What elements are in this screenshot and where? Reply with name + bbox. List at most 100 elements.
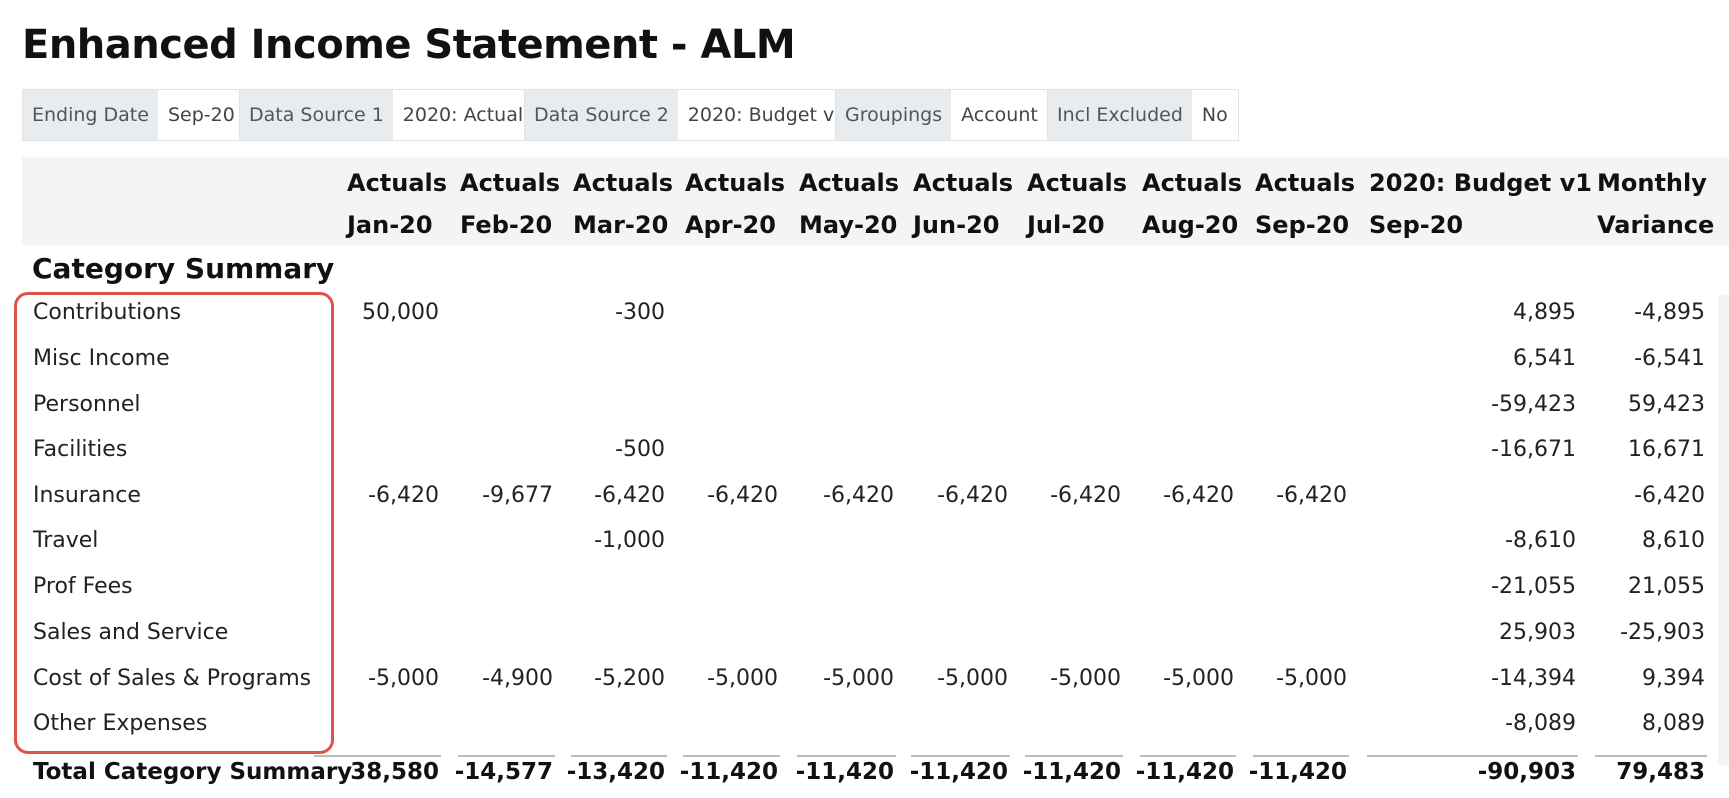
row-value: -4,895 (1634, 300, 1705, 325)
column-header-bottom: Sep-20 (1369, 211, 1464, 239)
filter-value[interactable]: 2020: Budget v1 (677, 90, 857, 140)
total-value: -13,420 (566, 759, 665, 785)
highlight-box (14, 292, 334, 754)
total-row[interactable]: Total Category Summary 38,580 -14,577 -13,4… (0, 749, 1729, 795)
total-value: -14,577 (454, 759, 553, 785)
column-header: Actuals Jul-20 (1027, 162, 1127, 246)
total-value: -90,903 (1477, 759, 1576, 785)
column-header: Actuals Aug-20 (1142, 162, 1242, 246)
total-value: -11,420 (909, 759, 1008, 785)
column-header-bottom: Variance (1597, 211, 1715, 239)
column-header-top: 2020: Budget v1 (1369, 169, 1592, 197)
row-value: -500 (615, 437, 665, 462)
row-value: -5,000 (1163, 666, 1234, 691)
row-value: -5,200 (594, 666, 665, 691)
row-value: 8,610 (1642, 528, 1705, 553)
filter-groupings[interactable]: Groupings Account (835, 89, 1049, 141)
row-value: 4,895 (1513, 300, 1576, 325)
filter-value[interactable]: No (1191, 90, 1238, 140)
row-value: -1,000 (594, 528, 665, 553)
filter-data-source-1[interactable]: Data Source 1 2020: Actuals (239, 89, 545, 141)
row-value: 6,541 (1513, 346, 1576, 371)
row-value: -5,000 (1276, 666, 1347, 691)
column-header-top: Actuals (460, 169, 561, 197)
row-value: -5,000 (823, 666, 894, 691)
column-header-bottom: Aug-20 (1142, 211, 1239, 239)
page-title: Enhanced Income Statement - ALM (22, 22, 796, 68)
row-value: -6,420 (1050, 483, 1121, 508)
row-value: 21,055 (1628, 574, 1705, 599)
row-value: -8,610 (1505, 528, 1576, 553)
column-header-top: Actuals (799, 169, 900, 197)
column-header-bottom: Feb-20 (460, 211, 553, 239)
total-value: -11,420 (1135, 759, 1234, 785)
column-header: Actuals Apr-20 (685, 162, 785, 246)
column-header-bottom: Sep-20 (1255, 211, 1350, 239)
row-value: -5,000 (1050, 666, 1121, 691)
column-header-top: Actuals (573, 169, 674, 197)
row-value: -16,671 (1491, 437, 1576, 462)
row-value: -5,000 (937, 666, 1008, 691)
row-value: -6,420 (823, 483, 894, 508)
column-header-top: Actuals (1027, 169, 1128, 197)
column-header: 2020: Budget v1 Sep-20 (1369, 162, 1592, 246)
column-header-top: Actuals (685, 169, 786, 197)
filter-value[interactable]: Account (951, 90, 1048, 140)
row-value: -5,000 (707, 666, 778, 691)
row-value: 8,089 (1642, 711, 1705, 736)
row-value: -6,420 (368, 483, 439, 508)
filter-value[interactable]: Sep-20 (157, 90, 245, 140)
row-value: -9,677 (482, 483, 553, 508)
column-header: Actuals Jun-20 (913, 162, 1013, 246)
column-header-bottom: Mar-20 (573, 211, 669, 239)
row-value: -6,420 (1276, 483, 1347, 508)
filter-label: Ending Date (23, 90, 158, 140)
row-value: -59,423 (1491, 392, 1576, 417)
row-value: -6,420 (1163, 483, 1234, 508)
column-header-bottom: Jan-20 (347, 211, 433, 239)
column-header-bottom: Jun-20 (913, 211, 1000, 239)
row-value: -6,420 (594, 483, 665, 508)
total-value: -11,420 (1022, 759, 1121, 785)
total-label: Total Category Summary (33, 759, 353, 785)
row-value: -6,541 (1634, 346, 1705, 371)
filter-label: Data Source 1 (240, 90, 393, 140)
filter-incl-excluded[interactable]: Incl Excluded No (1047, 89, 1239, 141)
row-value: -4,900 (482, 666, 553, 691)
row-value: -300 (615, 300, 665, 325)
filter-data-source-2[interactable]: Data Source 2 2020: Budget v1 (524, 89, 858, 141)
column-header-top: Actuals (913, 169, 1014, 197)
row-value: 25,903 (1499, 620, 1576, 645)
filter-value[interactable]: 2020: Actuals (392, 90, 544, 140)
column-header-bottom: Apr-20 (685, 211, 776, 239)
row-value: 59,423 (1628, 392, 1705, 417)
row-value: -5,000 (368, 666, 439, 691)
row-value: -6,420 (937, 483, 1008, 508)
row-value: 50,000 (362, 300, 439, 325)
column-header-bottom: May-20 (799, 211, 898, 239)
total-value: -11,420 (1248, 759, 1347, 785)
filter-label: Incl Excluded (1048, 90, 1192, 140)
row-value: -25,903 (1620, 620, 1705, 645)
row-value: 16,671 (1628, 437, 1705, 462)
row-value: -8,089 (1505, 711, 1576, 736)
row-value: -6,420 (1634, 483, 1705, 508)
total-value: 38,580 (350, 759, 439, 785)
row-value: -14,394 (1491, 666, 1576, 691)
total-value: 79,483 (1616, 759, 1705, 785)
row-value: -21,055 (1491, 574, 1576, 599)
column-header: Actuals Mar-20 (573, 162, 673, 246)
row-value: -6,420 (707, 483, 778, 508)
row-value: 9,394 (1642, 666, 1705, 691)
column-header: Actuals May-20 (799, 162, 899, 246)
column-header: Actuals Feb-20 (460, 162, 560, 246)
filter-ending-date[interactable]: Ending Date Sep-20 (22, 89, 246, 141)
column-header: Monthly Variance (1597, 162, 1714, 246)
column-header-top: Actuals (1142, 169, 1243, 197)
filter-label: Groupings (836, 90, 952, 140)
section-title: Category Summary (32, 252, 335, 285)
column-header-top: Monthly (1597, 169, 1707, 197)
column-header: Actuals Sep-20 (1255, 162, 1355, 246)
total-value: -11,420 (679, 759, 778, 785)
filter-label: Data Source 2 (525, 90, 678, 140)
